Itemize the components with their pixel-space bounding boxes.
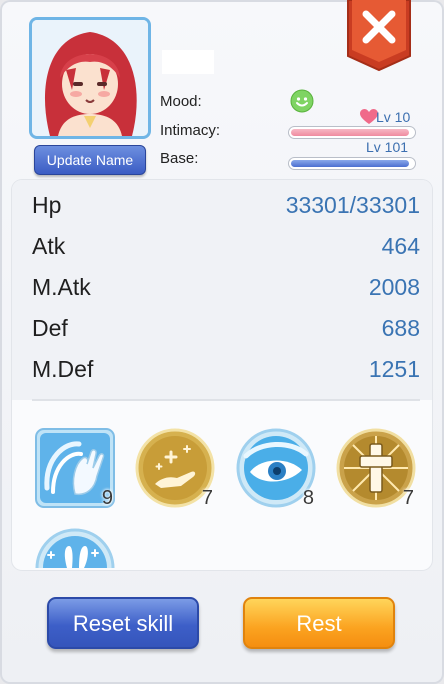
stat-row-hp: Hp 33301/33301 xyxy=(32,192,420,222)
pet-avatar-image xyxy=(32,20,148,136)
pet-name-field xyxy=(162,50,214,74)
skill-level: 7 xyxy=(201,487,213,509)
skill-level: 9 xyxy=(101,487,113,509)
stat-row-mdef: M.Def 1251 xyxy=(32,356,420,386)
skill-slot-1[interactable]: 9 xyxy=(35,428,115,509)
base-exp-bar xyxy=(288,157,416,170)
stat-value: 2008 xyxy=(368,274,420,300)
rest-button[interactable]: Rest xyxy=(243,597,395,649)
stat-value: 1251 xyxy=(368,356,420,382)
base-label: Base: xyxy=(160,150,199,167)
skill-slot-3[interactable]: 8 xyxy=(236,428,316,509)
stat-value: 464 xyxy=(381,233,420,259)
skill-slot-4[interactable]: 7 xyxy=(336,428,416,509)
stat-value: 688 xyxy=(381,315,420,341)
stat-label: Hp xyxy=(32,192,62,218)
stat-label: Def xyxy=(32,315,68,341)
base-level: Lv 101 xyxy=(366,139,409,155)
stat-label: Atk xyxy=(32,233,66,259)
skill-level: 8 xyxy=(302,487,314,509)
skill-level: 7 xyxy=(402,487,414,509)
stat-row-atk: Atk 464 xyxy=(32,233,420,263)
pet-portrait xyxy=(29,17,151,139)
intimacy-bar-fill xyxy=(291,129,409,136)
stat-row-matk: M.Atk 2008 xyxy=(32,274,420,304)
reset-skill-button[interactable]: Reset skill xyxy=(47,597,199,649)
stat-value: 33301/33301 xyxy=(285,192,420,218)
close-icon xyxy=(347,0,411,72)
update-name-button[interactable]: Update Name xyxy=(34,145,146,175)
skill-slot-2[interactable]: 7 xyxy=(135,428,215,509)
smiley-face-icon xyxy=(290,89,314,118)
stat-row-def: Def 688 xyxy=(32,315,420,345)
bunny-sparkle-skill-icon xyxy=(35,528,115,568)
intimacy-label: Intimacy: xyxy=(160,122,221,139)
stat-label: M.Def xyxy=(32,356,94,382)
stats-divider xyxy=(32,399,420,401)
mood-label: Mood: xyxy=(160,93,202,110)
base-exp-bar-fill xyxy=(291,160,409,167)
intimacy-level: Lv 10 xyxy=(376,109,411,125)
skill-slot-5[interactable] xyxy=(35,528,115,568)
close-button[interactable] xyxy=(346,0,412,72)
stat-label: M.Atk xyxy=(32,274,91,300)
intimacy-bar xyxy=(288,126,416,139)
